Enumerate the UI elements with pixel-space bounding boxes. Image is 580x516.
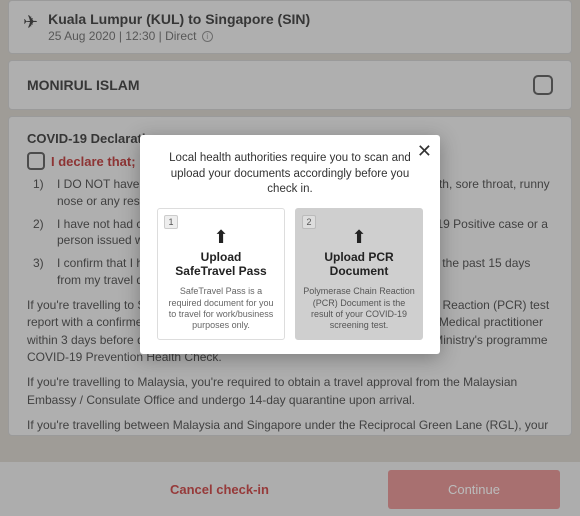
- badge-2: 2: [302, 215, 316, 229]
- upload-icon: ⬆: [302, 227, 416, 248]
- upload-safetravel-card[interactable]: 1 ⬆ UploadSafeTravel Pass SafeTravel Pas…: [157, 208, 285, 341]
- upload-icon: ⬆: [164, 227, 278, 248]
- modal-text: Local health authorities require you to …: [150, 145, 430, 208]
- badge-1: 1: [164, 215, 178, 229]
- close-icon[interactable]: ✕: [417, 141, 432, 162]
- upload-desc: SafeTravel Pass is a required document f…: [164, 286, 278, 331]
- upload-modal: ✕ Local health authorities require you t…: [140, 135, 440, 354]
- upload-title: UploadSafeTravel Pass: [164, 250, 278, 279]
- upload-title: Upload PCRDocument: [302, 250, 416, 279]
- upload-pcr-card[interactable]: 2 ⬆ Upload PCRDocument Polymerase Chain …: [295, 208, 423, 341]
- upload-desc: Polymerase Chain Reaction (PCR) Document…: [302, 286, 416, 331]
